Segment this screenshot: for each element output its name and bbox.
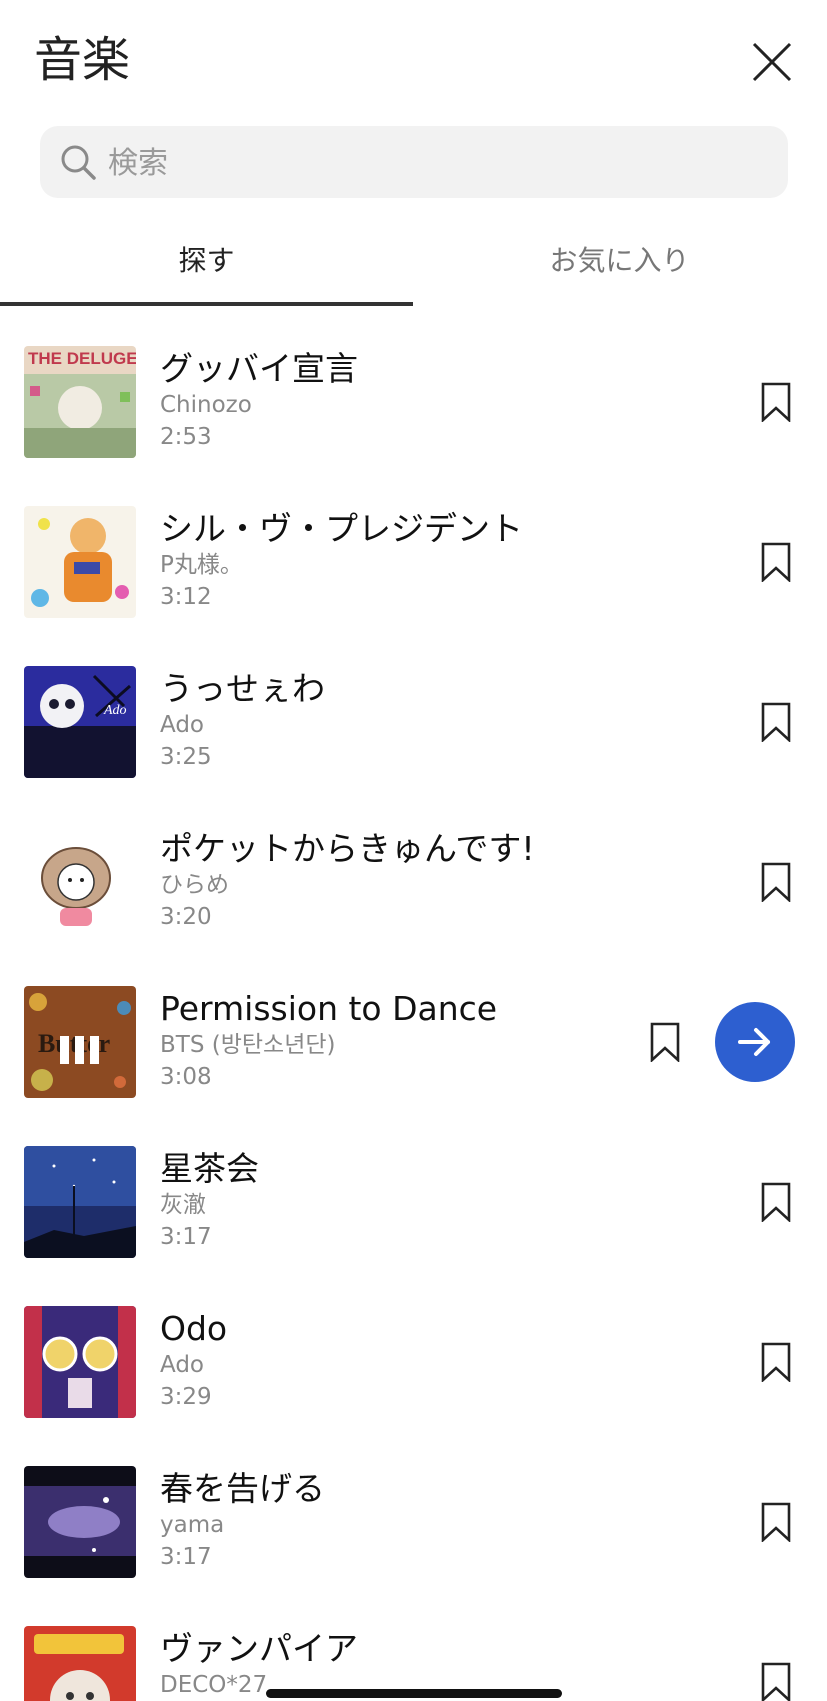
song-row[interactable]: 春を告げる yama 3:17 [0,1440,827,1600]
song-title: Odo [160,1309,228,1348]
bookmark-icon[interactable] [761,1662,791,1701]
bookmark-icon[interactable] [761,1182,791,1222]
song-row[interactable]: Odo Ado 3:29 [0,1280,827,1440]
song-artist: ひらめ [160,872,229,898]
album-art: THE DELUGE [24,346,136,458]
song-duration: 3:17 [160,1224,212,1250]
song-artist: Chinozo [160,392,252,418]
album-art: Ado [24,666,136,778]
song-duration: 3:20 [160,904,212,930]
song-title: 星茶会 [160,1149,259,1188]
album-art [24,506,136,618]
song-row-playing[interactable]: Butter Permission to Dance BTS (방탄소년단) 3… [0,960,827,1120]
album-art [24,1146,136,1258]
song-duration: 2:53 [160,424,212,450]
close-button[interactable] [748,38,796,86]
song-duration: 3:17 [160,1544,212,1570]
song-duration: 3:25 [160,744,212,770]
song-row[interactable]: ヴァンパイア DECO*27 [0,1600,827,1701]
search-input[interactable] [106,126,770,200]
pause-icon [60,1036,100,1066]
header: 音楽 [0,0,827,120]
bookmark-icon[interactable] [761,1342,791,1382]
song-row[interactable]: Ado うっせぇわ Ado 3:25 [0,640,827,800]
tab-explore[interactable]: 探す [0,222,413,306]
tab-favorites[interactable]: お気に入り [413,222,826,306]
album-art [24,1306,136,1418]
page-title: 音楽 [34,32,131,88]
album-art [24,1626,136,1701]
bookmark-icon[interactable] [761,382,791,422]
song-artist: 灰澈 [160,1192,206,1218]
tab-bar: 探す お気に入り [0,222,827,306]
song-title: ポケットからきゅんです! [160,829,535,868]
song-title: うっせぇわ [160,669,325,708]
search-bar[interactable] [40,126,788,200]
song-artist: yama [160,1512,225,1538]
bookmark-icon[interactable] [761,862,791,902]
home-indicator [266,1689,562,1698]
song-duration: 3:08 [160,1064,212,1090]
album-art: Butter [24,986,136,1098]
song-row[interactable]: ポケットからきゅんです! ひらめ 3:20 [0,800,827,960]
song-duration: 3:29 [160,1384,212,1410]
song-artist: Ado [160,1352,205,1378]
bookmark-icon[interactable] [761,1502,791,1542]
album-art [24,826,136,938]
bookmark-icon[interactable] [761,542,791,582]
bookmark-icon[interactable] [761,702,791,742]
close-icon [752,42,792,82]
album-art-text: THE DELUGE [28,349,136,368]
song-artist: Ado [160,712,205,738]
bookmark-icon[interactable] [650,1022,680,1062]
search-icon [61,145,96,180]
song-title: 春を告げる [160,1469,325,1508]
song-artist: BTS (방탄소년단) [160,1032,336,1058]
song-title: ヴァンパイア [160,1629,358,1668]
arrow-right-icon [738,1028,770,1056]
song-title: グッバイ宣言 [160,349,358,388]
song-row[interactable]: 星茶会 灰澈 3:17 [0,1120,827,1280]
tab-indicator [0,302,413,306]
song-title: シル・ヴ・プレジデント [160,509,523,548]
song-row[interactable]: シル・ヴ・プレジデント P丸様。 3:12 [0,480,827,640]
song-duration: 3:12 [160,584,212,610]
use-song-button[interactable] [715,1002,795,1082]
song-artist: P丸様。 [160,552,243,578]
song-row[interactable]: THE DELUGE グッバイ宣言 Chinozo 2:53 [0,320,827,480]
song-list: THE DELUGE グッバイ宣言 Chinozo 2:53 シル・ヴ・プレジデ… [0,320,827,1701]
album-art [24,1466,136,1578]
album-art-text: Ado [103,703,127,718]
song-title: Permission to Dance [160,989,498,1028]
